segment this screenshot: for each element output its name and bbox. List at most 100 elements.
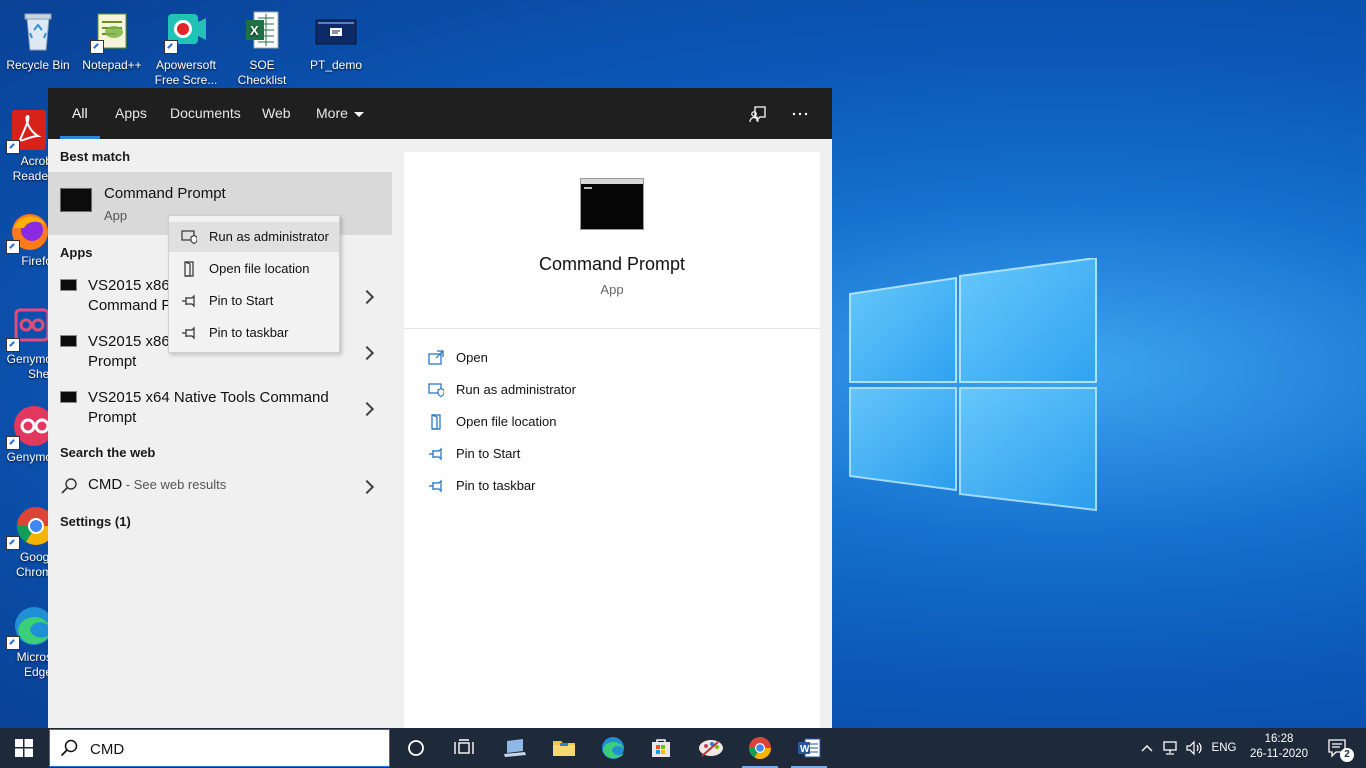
action-label: Open (456, 350, 488, 365)
acrobat-reader-icon (6, 108, 50, 154)
app-result-vs2015-x64[interactable]: VS2015 x64 Native Tools Command Prompt (48, 386, 392, 430)
desktop-icon-acrobat-reader[interactable]: Acrob Reader (4, 108, 52, 188)
microsoft-edge-icon (6, 604, 52, 650)
google-chrome-icon (749, 737, 771, 759)
chevron-right-icon[interactable] (359, 289, 375, 305)
action-center-button[interactable]: 2 (1318, 728, 1358, 768)
desktop-icon-firefox[interactable]: Firefo (4, 208, 52, 272)
genymotion-icon (6, 404, 52, 450)
clock[interactable]: 16:28 26-11-2020 (1248, 732, 1310, 762)
web-result-cmd[interactable]: CMD - See web results (48, 474, 392, 498)
shortcut-arrow-icon (6, 240, 20, 254)
desktop-icon-microsoft-edge[interactable]: Micros Edge (4, 604, 52, 684)
taskbar-chrome[interactable] (736, 728, 784, 768)
context-open-file-location[interactable]: Open file location (169, 254, 339, 284)
run-as-admin-icon (428, 383, 444, 398)
desktop-icon-label: Recycle Bin (6, 58, 70, 72)
desktop-icon-apowersoft[interactable]: Apowersoft Free Scre... (148, 8, 224, 88)
context-label: Open file location (209, 261, 310, 276)
network-button[interactable] (1160, 728, 1182, 768)
desktop-icon-label: Apowersoft Free Scre... (154, 58, 218, 87)
recycle-bin-icon (16, 8, 60, 52)
svg-text:W: W (800, 744, 810, 755)
desktop-icon-genymotion[interactable]: Genymo (4, 404, 52, 470)
context-label: Pin to Start (209, 293, 274, 308)
file-location-icon (431, 414, 441, 430)
search-tab-bar: All Apps Documents Web More (48, 88, 832, 139)
pin-icon (429, 447, 442, 461)
best-match-title: Command Prompt (104, 185, 226, 202)
settings-heading[interactable]: Settings (1) (60, 514, 131, 529)
tab-apps[interactable]: Apps (115, 88, 147, 139)
chevron-right-icon[interactable] (359, 479, 375, 495)
taskbar-edge[interactable] (589, 728, 637, 768)
notepad-plus-plus-icon (90, 8, 134, 54)
app-result-label: VS2015 x64 Native Tools Command Prompt (88, 388, 378, 428)
show-hidden-icons-button[interactable] (1136, 728, 1158, 768)
desktop-icon-label: SOE Checklist (237, 58, 287, 87)
google-chrome-icon (6, 504, 52, 550)
start-button[interactable] (0, 728, 48, 768)
desktop-icon-label: Micros Edge (16, 650, 52, 679)
more-options-button[interactable] (786, 100, 814, 128)
pin-icon (182, 326, 195, 340)
apowersoft-icon (164, 8, 208, 54)
app-result-line2: Prompt (88, 409, 137, 426)
taskbar-paint-app[interactable] (687, 728, 735, 768)
shortcut-arrow-icon (6, 636, 20, 650)
pt-demo-icon (314, 8, 358, 52)
word-icon: W (798, 738, 821, 758)
desktop-icon-soe-checklist[interactable]: X SOE Checklist (224, 8, 300, 88)
desktop-icon-label: Genymo Shel (6, 352, 52, 381)
pin-icon (429, 479, 442, 493)
context-pin-to-taskbar[interactable]: Pin to taskbar (169, 318, 339, 348)
shortcut-arrow-icon (6, 140, 20, 154)
tab-all[interactable]: All (60, 88, 99, 139)
search-icon (60, 739, 78, 757)
tab-more-label: More (316, 105, 348, 121)
context-pin-to-start[interactable]: Pin to Start (169, 286, 339, 316)
svg-text:X: X (250, 23, 259, 38)
taskbar-store[interactable] (637, 728, 685, 768)
tab-documents[interactable]: Documents (170, 88, 241, 139)
folder-icon (553, 741, 575, 756)
cortana-button[interactable] (392, 728, 440, 768)
clock-time: 16:28 (1264, 733, 1294, 745)
apps-heading: Apps (60, 245, 93, 260)
windows-logo-wallpaper (849, 258, 1097, 512)
language-indicator[interactable]: ENG (1208, 728, 1240, 768)
context-run-as-administrator[interactable]: Run as administrator (169, 222, 339, 252)
desktop-icon-google-chrome[interactable]: Googl Chrom (4, 504, 52, 584)
taskbar-word[interactable]: W (785, 728, 833, 768)
volume-button[interactable] (1184, 728, 1206, 768)
desktop-icon-label: PT_demo (309, 58, 363, 72)
feedback-button[interactable] (744, 100, 772, 128)
task-view-icon (454, 739, 474, 754)
chevron-right-icon[interactable] (359, 345, 375, 361)
preview-title: Command Prompt (538, 254, 686, 274)
search-panel: All Apps Documents Web More Best match C… (48, 88, 832, 728)
desktop-icon-genymotion-shell[interactable]: Genymo Shel (4, 306, 52, 386)
preview-pane: Command Prompt App Open Run as administr… (404, 152, 820, 728)
taskbar-pc-app[interactable] (491, 728, 539, 768)
genymotion-shell-icon (6, 306, 50, 352)
tab-web[interactable]: Web (262, 88, 291, 139)
desktop-icon-recycle-bin[interactable]: Recycle Bin (0, 8, 76, 73)
task-view-button[interactable] (440, 728, 488, 768)
desktop-icon-notepad-plus-plus[interactable]: Notepad++ (74, 8, 150, 73)
app-result-line1: VS2015 x64 Native Tools Command (88, 389, 329, 406)
desktop-icon-label: Notepad++ (82, 58, 142, 72)
shortcut-arrow-icon (90, 40, 104, 54)
action-label: Open file location (456, 414, 557, 429)
open-icon (428, 350, 444, 365)
tab-more[interactable]: More (316, 88, 364, 139)
context-label: Pin to taskbar (209, 325, 289, 340)
context-menu: Run as administrator Open file location … (168, 215, 340, 353)
taskbar-search-box[interactable] (49, 729, 390, 767)
search-input[interactable] (88, 736, 382, 762)
context-label: Run as administrator (209, 229, 329, 244)
desktop-icon-pt-demo[interactable]: PT_demo (298, 8, 374, 73)
taskbar-file-explorer[interactable] (540, 728, 588, 768)
web-result-suffix: - See web results (122, 477, 227, 492)
web-result-label: CMD - See web results (88, 476, 226, 493)
